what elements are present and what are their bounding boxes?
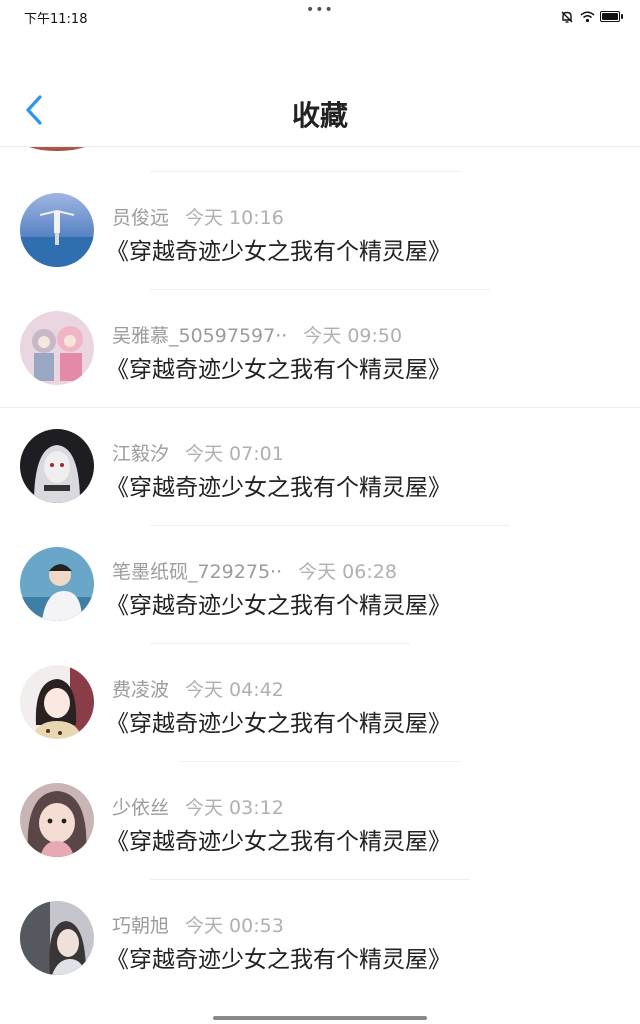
battery-icon bbox=[600, 10, 623, 22]
timestamp: 今天 10:16 bbox=[185, 207, 284, 229]
username: 少依丝 bbox=[112, 797, 170, 819]
timestamp: 今天 07:01 bbox=[185, 443, 284, 465]
avatar[interactable] bbox=[20, 665, 94, 739]
list-item[interactable]: 笔墨纸砚_729275·· 今天 06:28 《穿越奇迹少女之我有个精灵屋》 bbox=[0, 500, 640, 621]
nav-header: 收藏 bbox=[0, 32, 640, 147]
avatar[interactable] bbox=[20, 193, 94, 267]
mute-bell-icon bbox=[560, 9, 574, 23]
home-indicator[interactable] bbox=[213, 1016, 427, 1020]
list-item[interactable]: 费凌波 今天 04:42 《穿越奇迹少女之我有个精灵屋》 bbox=[0, 618, 640, 739]
username: 吴雅慕_50597597·· bbox=[112, 325, 288, 347]
divider bbox=[180, 761, 460, 762]
list-item[interactable]: 员俊远 今天 10:16 《穿越奇迹少女之我有个精灵屋》 bbox=[0, 146, 640, 267]
status-time: 下午11:18 bbox=[24, 12, 88, 27]
book-title: 《穿越奇迹少女之我有个精灵屋》 bbox=[106, 947, 451, 973]
avatar[interactable] bbox=[20, 783, 94, 857]
list-item[interactable]: 江毅汐 今天 07:01 《穿越奇迹少女之我有个精灵屋》 bbox=[0, 382, 640, 503]
status-icons bbox=[560, 9, 623, 23]
list-item[interactable]: 巧朝旭 今天 00:53 《穿越奇迹少女之我有个精灵屋》 bbox=[0, 854, 640, 975]
username: 江毅汐 bbox=[112, 443, 170, 465]
timestamp: 今天 06:28 bbox=[298, 561, 397, 583]
wifi-icon bbox=[580, 9, 595, 23]
book-title: 《穿越奇迹少女之我有个精灵屋》 bbox=[106, 239, 451, 265]
book-title: 《穿越奇迹少女之我有个精灵屋》 bbox=[106, 711, 451, 737]
username: 巧朝旭 bbox=[112, 915, 170, 937]
username: 笔墨纸砚_729275·· bbox=[112, 561, 283, 583]
timestamp: 今天 03:12 bbox=[185, 797, 284, 819]
divider bbox=[0, 407, 640, 408]
username: 员俊远 bbox=[112, 207, 170, 229]
avatar[interactable] bbox=[20, 311, 94, 385]
timestamp: 今天 09:50 bbox=[303, 325, 403, 347]
item-meta: 少依丝 今天 03:12 bbox=[112, 793, 284, 820]
avatar[interactable] bbox=[20, 901, 94, 975]
item-meta: 员俊远 今天 10:16 bbox=[112, 203, 284, 230]
book-title: 《穿越奇迹少女之我有个精灵屋》 bbox=[106, 475, 451, 501]
divider bbox=[150, 289, 490, 290]
multitask-dots[interactable]: ••• bbox=[306, 2, 334, 18]
avatar[interactable] bbox=[20, 547, 94, 621]
divider bbox=[150, 525, 510, 526]
status-bar: 下午11:18 ••• bbox=[0, 0, 640, 32]
timestamp: 今天 04:42 bbox=[185, 679, 284, 701]
book-title: 《穿越奇迹少女之我有个精灵屋》 bbox=[106, 829, 451, 855]
list-item[interactable]: 少依丝 今天 03:12 《穿越奇迹少女之我有个精灵屋》 bbox=[0, 736, 640, 857]
list-item[interactable]: 吴雅慕_50597597·· 今天 09:50 《穿越奇迹少女之我有个精灵屋》 bbox=[0, 264, 640, 385]
avatar[interactable] bbox=[20, 429, 94, 503]
page-title: 收藏 bbox=[291, 99, 348, 132]
item-meta: 巧朝旭 今天 00:53 bbox=[112, 911, 284, 938]
divider bbox=[150, 879, 470, 880]
item-meta: 费凌波 今天 04:42 bbox=[112, 675, 284, 702]
timestamp: 今天 00:53 bbox=[185, 915, 284, 937]
username: 费凌波 bbox=[112, 679, 170, 701]
item-meta: 吴雅慕_50597597·· 今天 09:50 bbox=[112, 321, 402, 348]
divider bbox=[150, 643, 410, 644]
divider bbox=[150, 171, 460, 172]
item-meta: 江毅汐 今天 07:01 bbox=[112, 439, 284, 466]
book-title: 《穿越奇迹少女之我有个精灵屋》 bbox=[106, 357, 451, 383]
item-meta: 笔墨纸砚_729275·· 今天 06:28 bbox=[112, 557, 397, 584]
book-title: 《穿越奇迹少女之我有个精灵屋》 bbox=[106, 593, 451, 619]
